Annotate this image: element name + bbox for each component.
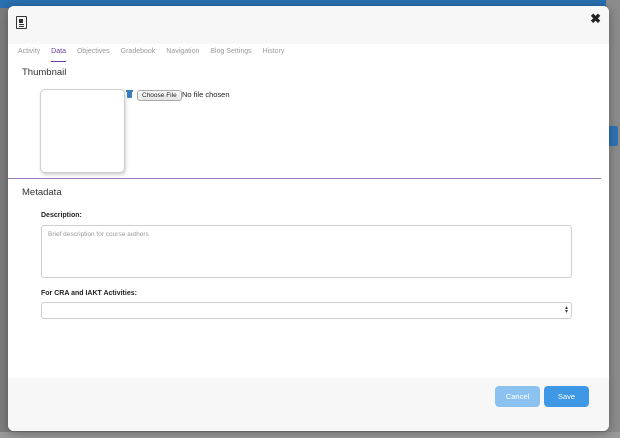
tab-gradebook[interactable]: Gradebook (121, 48, 156, 62)
choose-file-button[interactable]: Choose File (137, 90, 182, 101)
section-divider (8, 178, 601, 179)
modal-header: ✖ (8, 6, 609, 44)
cancel-button[interactable]: Cancel (495, 386, 540, 407)
cra-iakt-select[interactable]: ▴ ▾ (41, 302, 572, 319)
background-button (608, 126, 618, 146)
cra-iakt-label: For CRA and IAKT Activities: (41, 290, 137, 297)
select-arrows-icon: ▴ ▾ (564, 305, 568, 315)
tab-navigation[interactable]: Navigation (166, 48, 199, 62)
tab-activity[interactable]: Activity (18, 48, 40, 62)
thumbnail-preview (40, 89, 125, 173)
tab-blog-settings[interactable]: Blog Settings (210, 48, 251, 62)
trash-icon[interactable] (126, 90, 133, 98)
document-icon (16, 16, 27, 29)
tab-history[interactable]: History (263, 48, 285, 62)
background-bottom-strip (0, 432, 620, 438)
tab-objectives[interactable]: Objectives (77, 48, 110, 62)
description-label: Description: (41, 212, 82, 219)
tab-data[interactable]: Data (51, 48, 66, 62)
tab-bar: Activity Data Objectives Gradebook Navig… (18, 48, 284, 62)
file-status-text: No file chosen (182, 90, 230, 99)
close-button[interactable]: ✖ (590, 11, 601, 27)
activity-settings-modal: ✖ Activity Data Objectives Gradebook Nav… (8, 6, 609, 431)
thumbnail-section-title: Thumbnail (22, 67, 67, 78)
description-textarea[interactable]: Brief description for course authors (41, 225, 572, 278)
save-button[interactable]: Save (544, 386, 589, 407)
metadata-section-title: Metadata (22, 187, 62, 198)
